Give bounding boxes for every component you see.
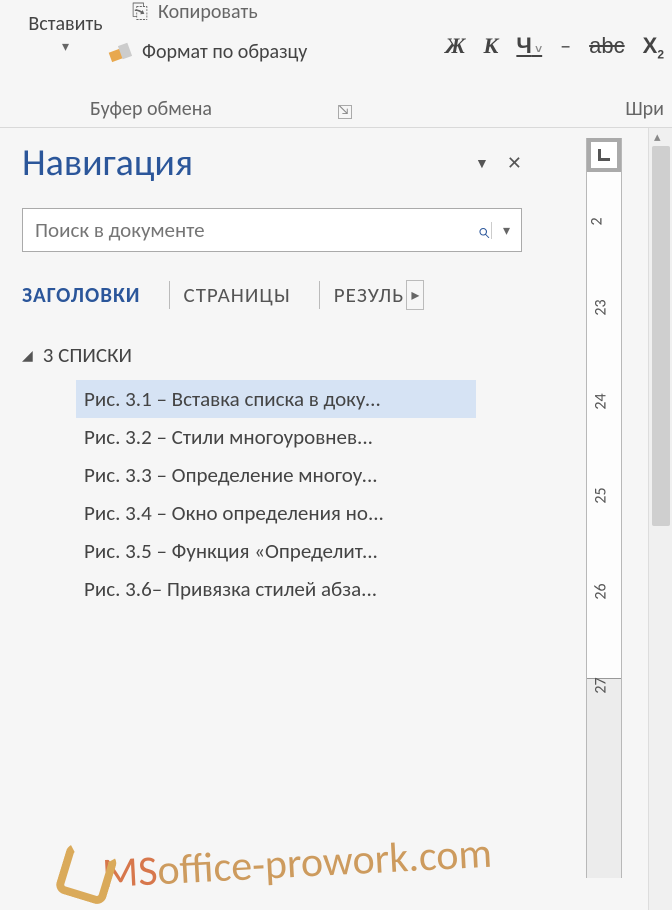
copy-label: Копировать bbox=[158, 0, 258, 24]
copy-button[interactable]: ⎘ Копировать bbox=[130, 0, 258, 24]
tab-selector[interactable] bbox=[587, 138, 621, 172]
collapse-icon[interactable]: ◢ bbox=[22, 347, 33, 364]
ruler-tick: 2 bbox=[588, 217, 607, 225]
tree-children: Рис. 3.1 – Вставка списка в доку... Рис.… bbox=[76, 380, 522, 608]
nav-tabs: ЗАГОЛОВКИ СТРАНИЦЫ РЕЗУЛЬ ▸ bbox=[22, 280, 522, 310]
tree-root[interactable]: ◢ 3 СПИСКИ bbox=[22, 338, 522, 372]
ruler-margin-area bbox=[587, 678, 621, 878]
ruler-tick: 27 bbox=[592, 677, 611, 693]
ruler-tick: 23 bbox=[592, 299, 611, 315]
ribbon-group-clipboard-label: Буфер обмена bbox=[90, 97, 212, 121]
format-painter-label: Формат по образцу bbox=[142, 40, 307, 64]
ribbon-group-font-label: Шри bbox=[625, 97, 664, 121]
font-group: Ж К Ч – abc X2 bbox=[445, 32, 664, 61]
underline-button[interactable]: Ч bbox=[516, 33, 542, 59]
tree-item[interactable]: Рис. 3.6– Привязка стилей абза... bbox=[76, 570, 476, 608]
tab-headings[interactable]: ЗАГОЛОВКИ bbox=[22, 282, 159, 308]
tree-item[interactable]: Рис. 3.4 – Окно определения но... bbox=[76, 494, 476, 532]
copy-icon: ⎘ bbox=[130, 0, 150, 24]
search-dropdown-icon[interactable]: ▾ bbox=[491, 222, 521, 239]
format-painter-button[interactable]: Формат по образцу bbox=[110, 40, 307, 64]
separator-dash: – bbox=[560, 32, 571, 59]
paste-dropdown-icon[interactable]: ▾ bbox=[18, 38, 113, 55]
vertical-scrollbar[interactable]: ▴ bbox=[648, 128, 672, 910]
subscript-button[interactable]: X2 bbox=[643, 33, 664, 61]
ruler-tick: 26 bbox=[592, 583, 611, 599]
tab-overflow-button[interactable]: ▸ bbox=[406, 280, 424, 310]
watermark: MSoffice-prowork.com bbox=[59, 827, 493, 902]
tab-selector-icon bbox=[598, 149, 610, 161]
nav-header-actions: ▼ ✕ bbox=[475, 152, 522, 174]
paste-label: Вставить bbox=[28, 12, 102, 36]
tab-results[interactable]: РЕЗУЛЬ bbox=[330, 282, 405, 308]
watermark-text-2: office-prowork.com bbox=[156, 827, 493, 895]
paste-button[interactable]: Вставить ▾ bbox=[18, 12, 113, 72]
tree-item[interactable]: Рис. 3.1 – Вставка списка в доку... bbox=[76, 380, 476, 418]
nav-header: Навигация ▼ ✕ bbox=[22, 140, 522, 186]
nav-title: Навигация bbox=[22, 140, 193, 186]
tab-pages[interactable]: СТРАНИЦЫ bbox=[180, 282, 309, 308]
search-box[interactable]: ⌕ ▾ bbox=[22, 208, 522, 252]
headings-tree: ◢ 3 СПИСКИ Рис. 3.1 – Вставка списка в д… bbox=[22, 338, 522, 608]
bold-button[interactable]: Ж bbox=[445, 33, 465, 59]
tab-separator bbox=[169, 281, 170, 309]
tree-item[interactable]: Рис. 3.2 – Стили многоуровнев... bbox=[76, 418, 476, 456]
strikethrough-button[interactable]: abc bbox=[589, 33, 624, 59]
italic-button[interactable]: К bbox=[483, 33, 498, 59]
brush-icon bbox=[110, 42, 134, 62]
ribbon: Вставить ▾ ⎘ Копировать Формат по образц… bbox=[0, 0, 672, 128]
tab-separator bbox=[319, 281, 320, 309]
tree-item[interactable]: Рис. 3.3 – Определение многоу... bbox=[76, 456, 476, 494]
ruler-tick: 24 bbox=[592, 393, 611, 409]
tree-root-label: 3 СПИСКИ bbox=[43, 342, 132, 368]
chevron-down-icon[interactable]: ▼ bbox=[475, 155, 489, 172]
tree-item[interactable]: Рис. 3.5 – Функция «Определит... bbox=[76, 532, 476, 570]
navigation-pane: Навигация ▼ ✕ ⌕ ▾ ЗАГОЛОВКИ СТРАНИЦЫ РЕЗ… bbox=[22, 140, 522, 608]
close-icon[interactable]: ✕ bbox=[507, 152, 522, 174]
scroll-up-icon[interactable]: ▴ bbox=[654, 130, 661, 145]
ribbon-group-launcher[interactable]: ↘ bbox=[338, 105, 352, 119]
search-input[interactable] bbox=[23, 217, 475, 243]
scrollbar-thumb[interactable] bbox=[652, 146, 670, 526]
search-icon[interactable]: ⌕ bbox=[475, 217, 491, 244]
vertical-ruler[interactable]: 2 23 24 25 26 27 bbox=[586, 138, 622, 878]
ruler-tick: 25 bbox=[592, 487, 611, 503]
